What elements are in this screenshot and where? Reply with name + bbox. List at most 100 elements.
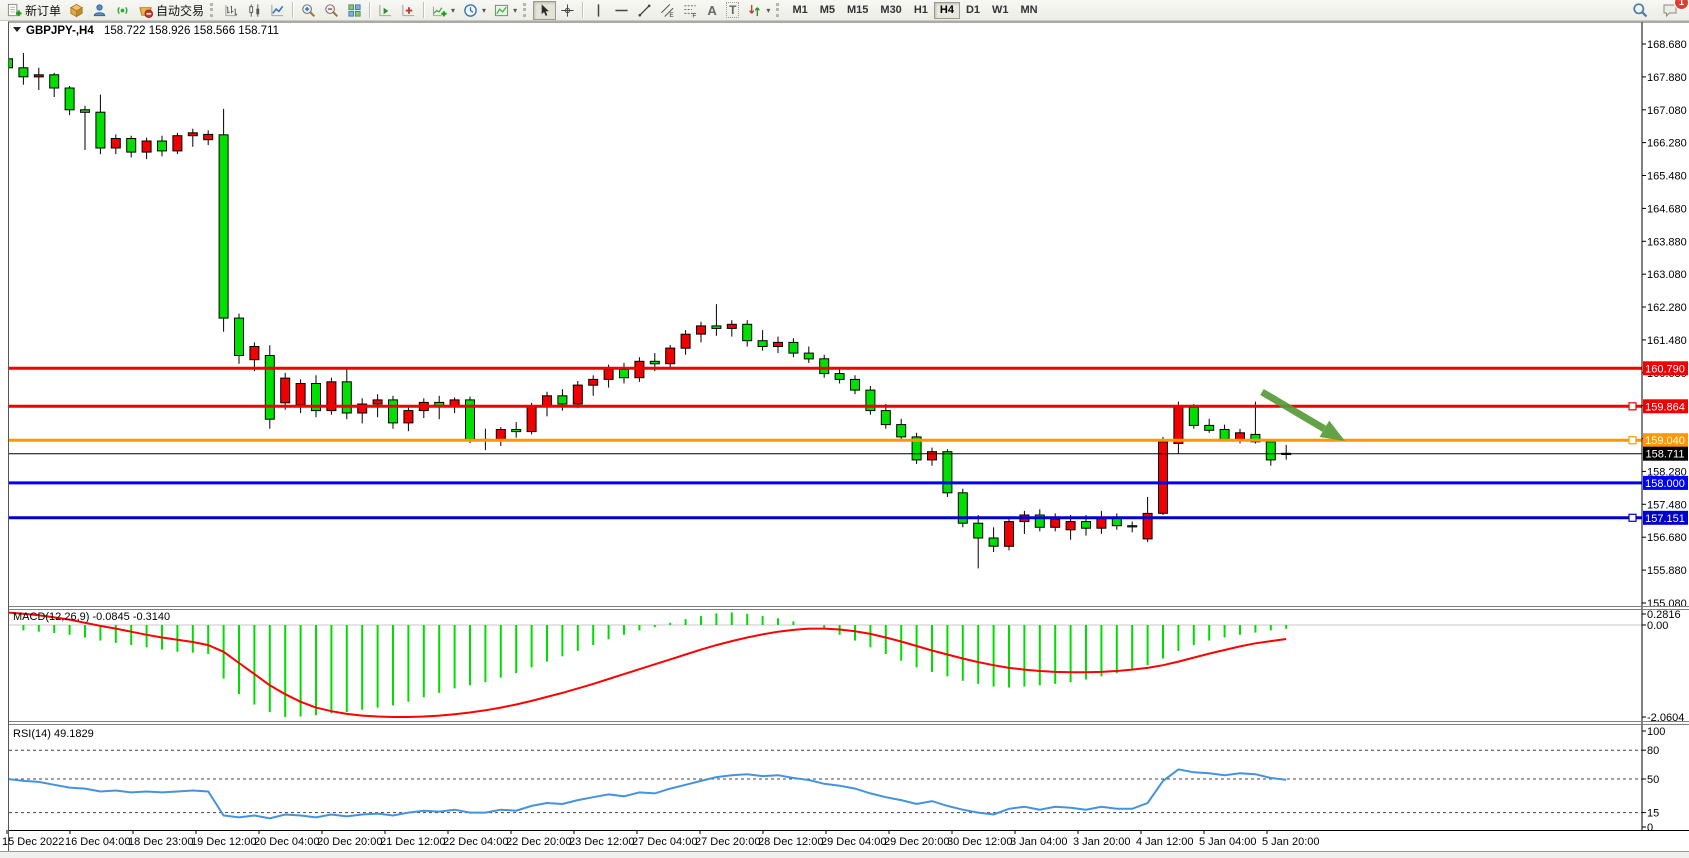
svg-text:27 Dec 04:00: 27 Dec 04:00: [632, 836, 697, 848]
toolbar-drag-handle[interactable]: [776, 3, 782, 17]
ohlc-values: 158.722 158.926 158.566 158.711: [104, 25, 279, 37]
toolbar-separator: [369, 2, 371, 18]
tile-windows-button[interactable]: [343, 1, 366, 20]
crosshair-button[interactable]: [556, 1, 579, 20]
cube-icon: [69, 3, 84, 18]
candlestick-mode-button[interactable]: [243, 1, 266, 20]
svg-text:50: 50: [1647, 774, 1659, 786]
cursor-button[interactable]: [533, 1, 556, 20]
price-badge-159.040: 159.040: [1643, 433, 1688, 447]
toolbar-separator: [292, 2, 294, 18]
search-icon: [1632, 2, 1648, 18]
svg-text:157.151: 157.151: [1645, 513, 1685, 525]
line-chart-icon: [270, 3, 285, 18]
svg-text:3 Jan 20:00: 3 Jan 20:00: [1073, 836, 1131, 848]
price-badge-159.864: 159.864: [1643, 399, 1688, 413]
svg-text:3 Jan 04:00: 3 Jan 04:00: [1010, 836, 1068, 848]
svg-text:167.880: 167.880: [1647, 72, 1687, 84]
cube-button[interactable]: [65, 1, 88, 20]
svg-text:100: 100: [1647, 726, 1665, 738]
svg-text:0.00: 0.00: [1647, 620, 1668, 632]
svg-text:21 Dec 12:00: 21 Dec 12:00: [380, 836, 445, 848]
equidistant-channel-button[interactable]: E: [656, 1, 679, 20]
cursor-icon: [537, 3, 552, 18]
svg-text:23 Dec 12:00: 23 Dec 12:00: [569, 836, 634, 848]
timeframe-w1[interactable]: W1: [986, 2, 1015, 19]
indicators-dropdown-arrow[interactable]: ▾: [451, 6, 455, 15]
periods-button[interactable]: ▾: [459, 1, 490, 20]
line-chart-mode-button[interactable]: [266, 1, 289, 20]
channel-icon: E: [660, 3, 675, 18]
svg-text:166.280: 166.280: [1647, 138, 1687, 150]
arrows-tool-button[interactable]: ▾: [743, 1, 774, 20]
timeframe-d1[interactable]: D1: [960, 2, 986, 19]
timeframe-mn[interactable]: MN: [1015, 2, 1044, 19]
svg-text:27 Dec 20:00: 27 Dec 20:00: [695, 836, 760, 848]
svg-text:16 Dec 04:00: 16 Dec 04:00: [65, 836, 130, 848]
svg-text:159.040: 159.040: [1645, 435, 1685, 447]
svg-text:164.680: 164.680: [1647, 203, 1687, 215]
zoom-in-button[interactable]: [297, 1, 320, 20]
svg-text:22 Dec 20:00: 22 Dec 20:00: [506, 836, 571, 848]
zoom-out-button[interactable]: [320, 1, 343, 20]
auto-scroll-button[interactable]: [374, 1, 397, 20]
trendline-button[interactable]: [633, 1, 656, 20]
toolbar-separator: [582, 2, 584, 18]
svg-text:158.711: 158.711: [1646, 449, 1685, 461]
timeframe-m5[interactable]: M5: [814, 2, 841, 19]
macd-label: MACD(12,26,9) -0.0845 -0.3140: [13, 611, 170, 623]
profile-button[interactable]: [88, 1, 111, 20]
svg-text:18 Dec 23:00: 18 Dec 23:00: [128, 836, 193, 848]
svg-text:F: F: [692, 12, 696, 17]
chart-area[interactable]: 168.680167.880167.080166.280165.480164.6…: [0, 0, 1689, 858]
search-button[interactable]: [1628, 1, 1652, 20]
horizontal-line-icon: [614, 3, 629, 18]
clock-icon: [463, 3, 478, 18]
toolbar-drag-handle[interactable]: [523, 3, 529, 17]
timeframe-h1[interactable]: H1: [908, 2, 934, 19]
arrows-icon: [747, 3, 762, 18]
periods-dropdown-arrow[interactable]: ▾: [482, 6, 486, 15]
vertical-line-button[interactable]: [587, 1, 610, 20]
svg-text:20 Dec 04:00: 20 Dec 04:00: [254, 836, 319, 848]
svg-text:168.680: 168.680: [1647, 39, 1687, 51]
fibonacci-icon: F: [683, 3, 698, 18]
chart-shift-button[interactable]: [397, 1, 420, 20]
timeframe-m30[interactable]: M30: [874, 2, 907, 19]
arrows-dropdown-arrow[interactable]: ▾: [766, 6, 770, 15]
indicators-icon: [432, 3, 447, 18]
fibonacci-button[interactable]: F: [679, 1, 702, 20]
svg-text:20 Dec 20:00: 20 Dec 20:00: [317, 836, 382, 848]
templates-button[interactable]: ▾: [490, 1, 521, 20]
status-bar: [0, 852, 1689, 858]
zoom-out-icon: [324, 3, 339, 18]
rsi-label: RSI(14) 49.1829: [13, 728, 94, 740]
new-order-icon: [7, 3, 22, 18]
bar-chart-mode-button[interactable]: [220, 1, 243, 20]
templates-dropdown-arrow[interactable]: ▾: [513, 6, 517, 15]
svg-text:29 Dec 20:00: 29 Dec 20:00: [884, 836, 949, 848]
horizontal-line-button[interactable]: [610, 1, 633, 20]
text-label-button[interactable]: T: [722, 1, 743, 20]
new-order-button[interactable]: 新订单: [3, 1, 65, 20]
mt4-trading-platform: 新订单 自动交易 ▾ ▾ ▾ E F A T: [0, 0, 1689, 858]
timeframe-h4[interactable]: H4: [934, 2, 960, 19]
svg-text:163.080: 163.080: [1647, 269, 1687, 281]
timeframe-m15[interactable]: M15: [841, 2, 874, 19]
svg-text:30 Dec 12:00: 30 Dec 12:00: [947, 836, 1012, 848]
profile-icon: [92, 3, 107, 18]
toolbar-drag-handle[interactable]: [210, 3, 216, 17]
gbpjpy-h4-chart[interactable]: 168.680167.880167.080166.280165.480164.6…: [0, 0, 1689, 858]
auto-trading-label: 自动交易: [156, 2, 204, 19]
text-tool-button[interactable]: A: [702, 1, 722, 20]
svg-text:28 Dec 12:00: 28 Dec 12:00: [758, 836, 823, 848]
chart-title-bar[interactable]: GBPJPY-,H4158.722 158.926 158.566 158.71…: [13, 25, 279, 37]
svg-text:15 Dec 2022: 15 Dec 2022: [2, 836, 64, 848]
auto-trading-button[interactable]: 自动交易: [134, 1, 208, 20]
timeframe-m1[interactable]: M1: [786, 2, 813, 19]
signals-button[interactable]: [111, 1, 134, 20]
svg-text:5 Jan 20:00: 5 Jan 20:00: [1262, 836, 1320, 848]
toolbar: 新订单 自动交易 ▾ ▾ ▾ E F A T: [0, 0, 1689, 21]
svg-text:4 Jan 12:00: 4 Jan 12:00: [1136, 836, 1194, 848]
indicators-button[interactable]: ▾: [428, 1, 459, 20]
